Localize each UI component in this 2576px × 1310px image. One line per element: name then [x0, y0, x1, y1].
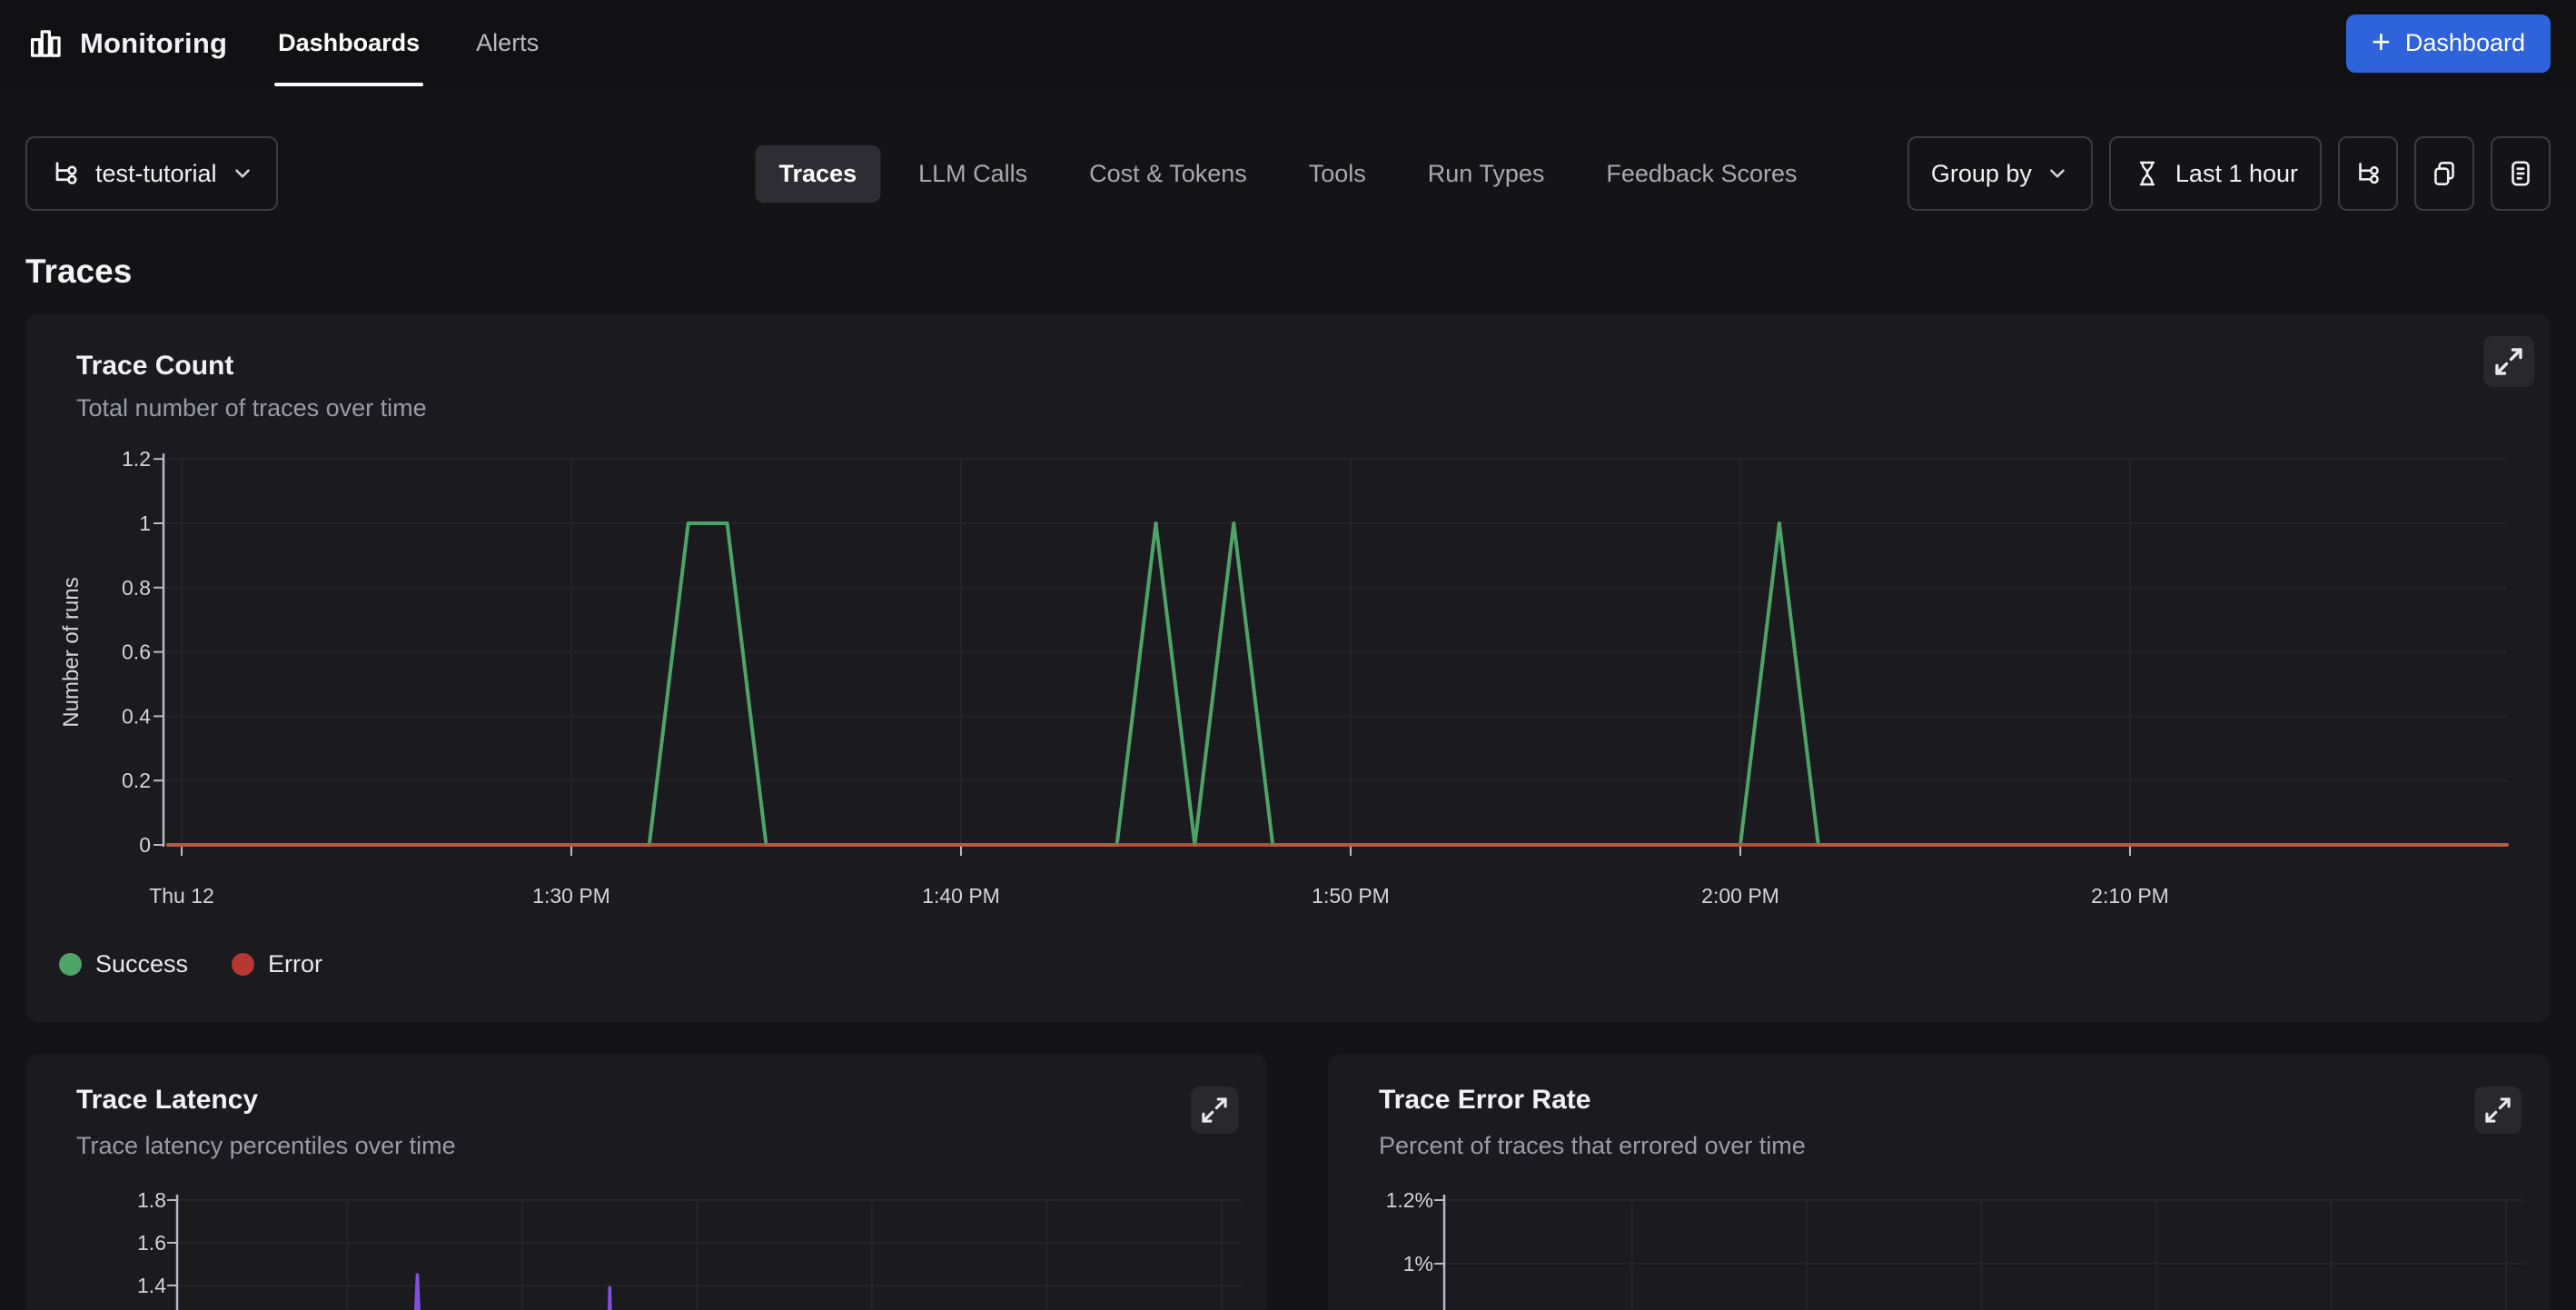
svg-text:1%: 1% [1403, 1252, 1433, 1275]
expand-icon [2474, 1087, 2522, 1134]
svg-text:1.4: 1.4 [137, 1274, 166, 1297]
chart-legend: Success Error [59, 950, 322, 978]
tab-feedback-scores[interactable]: Feedback Scores [1582, 145, 1820, 203]
expand-icon [1191, 1087, 1238, 1134]
svg-text:0.6: 0.6 [122, 640, 151, 664]
card-title: Trace Latency [76, 1085, 258, 1116]
card-subtitle: Total number of traces over time [76, 394, 427, 422]
tab-llm-calls[interactable]: LLM Calls [895, 145, 1051, 203]
copy-icon [2429, 158, 2460, 189]
legend-item-success[interactable]: Success [59, 950, 188, 978]
project-selector-label: test-tutorial [95, 160, 217, 188]
tab-cost-tokens[interactable]: Cost & Tokens [1065, 145, 1271, 203]
header-nav: Dashboards Alerts [274, 0, 542, 86]
svg-text:1:50 PM: 1:50 PM [1312, 884, 1390, 908]
trace-error-rate-card: Trace Error Rate Percent of traces that … [1328, 1054, 2551, 1310]
expand-button[interactable] [1191, 1087, 1238, 1134]
card-subtitle: Trace latency percentiles over time [76, 1132, 456, 1160]
svg-text:2:00 PM: 2:00 PM [1701, 884, 1779, 908]
notes-button[interactable] [2491, 136, 2551, 211]
tree-icon [49, 157, 82, 190]
group-by-label: Group by [1931, 160, 2032, 188]
tree-view-icon [2353, 158, 2383, 189]
card-title: Trace Count [76, 351, 233, 382]
app-title: Monitoring [80, 27, 227, 60]
project-selector[interactable]: test-tutorial [25, 136, 278, 211]
svg-text:2:10 PM: 2:10 PM [2091, 884, 2169, 908]
bar-chart-logo-icon [25, 24, 65, 64]
time-range-button[interactable]: Last 1 hour [2109, 136, 2322, 211]
svg-text:1: 1 [139, 511, 151, 535]
top-bar: Monitoring Dashboards Alerts + Dashboard [0, 0, 2576, 86]
notes-icon [2505, 158, 2536, 189]
legend-item-error[interactable]: Error [232, 950, 322, 978]
expand-button[interactable] [2483, 336, 2534, 387]
group-by-button[interactable]: Group by [1907, 136, 2093, 211]
new-dashboard-button[interactable]: + Dashboard [2346, 15, 2551, 73]
nav-tab-alerts[interactable]: Alerts [472, 0, 542, 86]
tree-view-button[interactable] [2338, 136, 2398, 211]
svg-text:1.6: 1.6 [137, 1231, 166, 1255]
chevron-down-icon [231, 162, 254, 185]
card-title: Trace Error Rate [1379, 1085, 1590, 1116]
card-subtitle: Percent of traces that errored over time [1379, 1132, 1806, 1160]
expand-button[interactable] [2474, 1087, 2522, 1134]
bottom-card-row: Trace Latency Trace latency percentiles … [25, 1054, 2551, 1310]
svg-text:1:30 PM: 1:30 PM [532, 884, 610, 908]
tab-run-types[interactable]: Run Types [1404, 145, 1569, 203]
tab-traces[interactable]: Traces [756, 145, 881, 203]
success-legend-dot [59, 953, 82, 976]
error-legend-dot [232, 953, 254, 976]
trace-count-card: Trace Count Total number of traces over … [25, 314, 2551, 1022]
new-dashboard-label: Dashboard [2405, 29, 2525, 57]
svg-text:Thu 12: Thu 12 [149, 884, 214, 908]
svg-text:0: 0 [139, 833, 151, 857]
nav-tab-dashboards[interactable]: Dashboards [274, 0, 423, 86]
dashboard-toolbar: test-tutorial Traces LLM Calls Cost & To… [25, 136, 2551, 211]
svg-text:1.2: 1.2 [122, 447, 151, 471]
svg-text:1:40 PM: 1:40 PM [922, 884, 1000, 908]
svg-text:0.2: 0.2 [122, 769, 151, 792]
svg-text:0.4: 0.4 [122, 704, 151, 728]
svg-text:Number of runs: Number of runs [59, 577, 84, 727]
metric-tabs: Traces LLM Calls Cost & Tokens Tools Run… [756, 136, 1821, 211]
error-legend-label: Error [268, 950, 322, 978]
section-title: Traces [25, 253, 2576, 291]
copy-button[interactable] [2414, 136, 2474, 211]
plus-icon: + [2372, 25, 2391, 58]
hourglass-icon [2133, 159, 2162, 188]
toolbar-right-group: Group by Last 1 hour [1907, 136, 2551, 211]
tab-tools[interactable]: Tools [1285, 145, 1390, 203]
trace-latency-card: Trace Latency Trace latency percentiles … [25, 1054, 1267, 1310]
time-range-label: Last 1 hour [2175, 160, 2298, 188]
success-legend-label: Success [95, 950, 188, 978]
expand-icon [2483, 336, 2534, 387]
svg-text:1.2%: 1.2% [1386, 1188, 1433, 1212]
svg-text:0.8: 0.8 [122, 576, 151, 600]
chevron-down-icon [2046, 162, 2069, 185]
svg-text:1.8: 1.8 [137, 1188, 166, 1212]
